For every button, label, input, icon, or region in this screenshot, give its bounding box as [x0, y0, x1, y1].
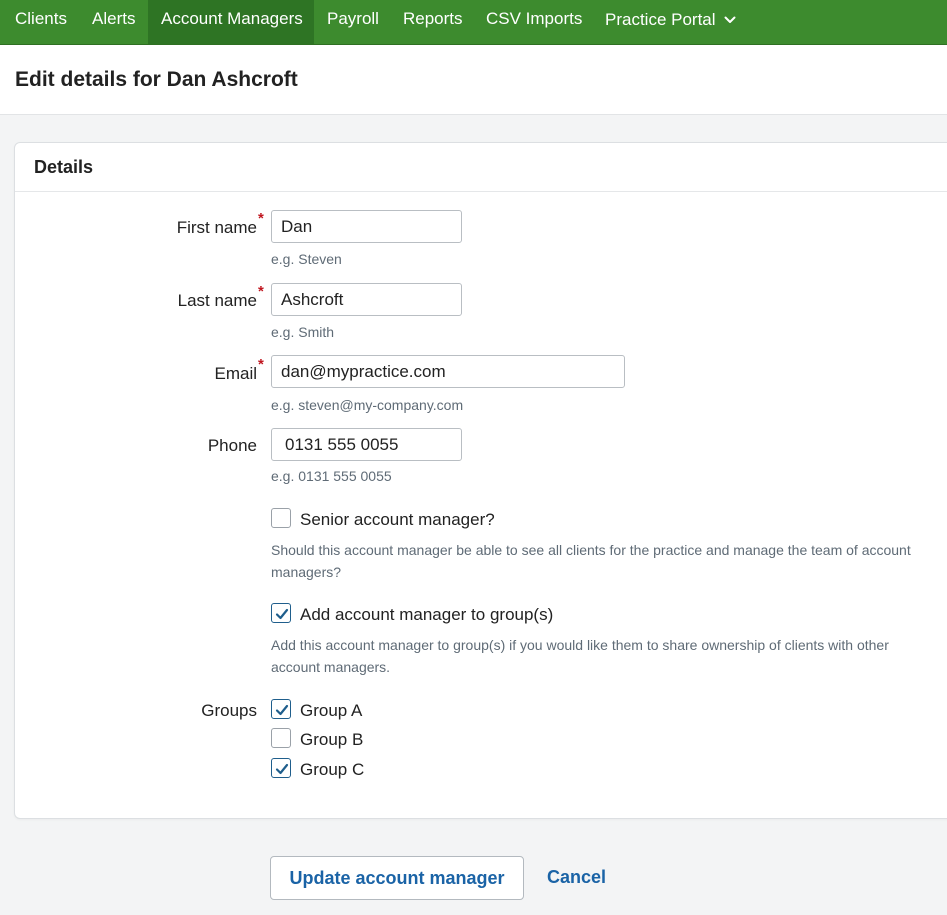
phone-hint: e.g. 0131 555 0055 — [271, 468, 392, 484]
first-name-input[interactable] — [271, 210, 462, 243]
add-to-groups-label: Add account manager to group(s) — [300, 605, 554, 624]
card-title: Details — [34, 157, 94, 177]
top-navigation: Clients Alerts Account Managers Payroll … — [0, 0, 947, 45]
groups-label: Groups — [201, 701, 257, 720]
phone-input[interactable] — [271, 428, 462, 461]
last-name-label: Last name — [177, 291, 257, 310]
nav-item-label: Clients — [15, 9, 67, 28]
nav-item-label: Payroll — [327, 9, 379, 28]
add-to-groups-checkbox[interactable] — [271, 603, 291, 623]
check-icon — [275, 704, 289, 716]
group-a-checkbox[interactable] — [271, 699, 291, 719]
email-input[interactable] — [271, 355, 625, 388]
first-name-hint: e.g. Steven — [271, 251, 342, 267]
group-a-label: Group A — [300, 701, 363, 720]
nav-item-payroll[interactable]: Payroll — [314, 0, 392, 44]
check-icon — [275, 608, 289, 620]
group-b-checkbox[interactable] — [271, 728, 291, 748]
email-hint: e.g. steven@my-company.com — [271, 397, 464, 413]
details-card: Details — [14, 142, 947, 819]
page-title: Edit details for Dan Ashcroft — [15, 68, 298, 91]
nav-item-csv-imports[interactable]: CSV Imports — [473, 0, 595, 44]
last-name-hint: e.g. Smith — [271, 324, 335, 340]
nav-item-label: Reports — [403, 9, 463, 28]
senior-account-manager-label: Senior account manager? — [300, 510, 495, 529]
nav-item-practice-portal[interactable]: Practice Portal — [592, 0, 749, 44]
check-icon — [275, 763, 289, 775]
required-asterisk: * — [258, 356, 264, 373]
email-label: Email — [214, 364, 257, 383]
last-name-input[interactable] — [271, 283, 462, 316]
nav-item-label: Practice Portal — [605, 10, 716, 29]
nav-item-label: Account Managers — [161, 9, 303, 28]
chevron-down-icon — [724, 0, 736, 38]
first-name-label: First name — [176, 218, 257, 237]
card-header: Details — [15, 143, 947, 192]
nav-item-reports[interactable]: Reports — [390, 0, 476, 44]
nav-item-label: CSV Imports — [486, 9, 583, 28]
update-account-manager-button[interactable]: Update account manager — [270, 856, 524, 900]
senior-account-manager-checkbox[interactable] — [271, 508, 291, 528]
nav-item-alerts[interactable]: Alerts — [78, 0, 149, 44]
group-c-checkbox[interactable] — [271, 758, 291, 778]
required-asterisk: * — [258, 210, 264, 227]
nav-item-clients[interactable]: Clients — [0, 0, 82, 44]
add-to-groups-help: Add this account manager to group(s) if … — [271, 637, 889, 675]
group-b-label: Group B — [300, 730, 364, 749]
page-header: Edit details for Dan Ashcroft — [0, 45, 947, 115]
phone-label: Phone — [207, 436, 257, 455]
cancel-link[interactable]: Cancel — [547, 867, 606, 888]
nav-item-label: Alerts — [92, 9, 136, 28]
senior-account-manager-help: Should this account manager be able to s… — [271, 542, 911, 580]
nav-item-account-managers[interactable]: Account Managers — [148, 0, 314, 44]
group-c-label: Group C — [300, 760, 365, 779]
required-asterisk: * — [258, 283, 264, 300]
